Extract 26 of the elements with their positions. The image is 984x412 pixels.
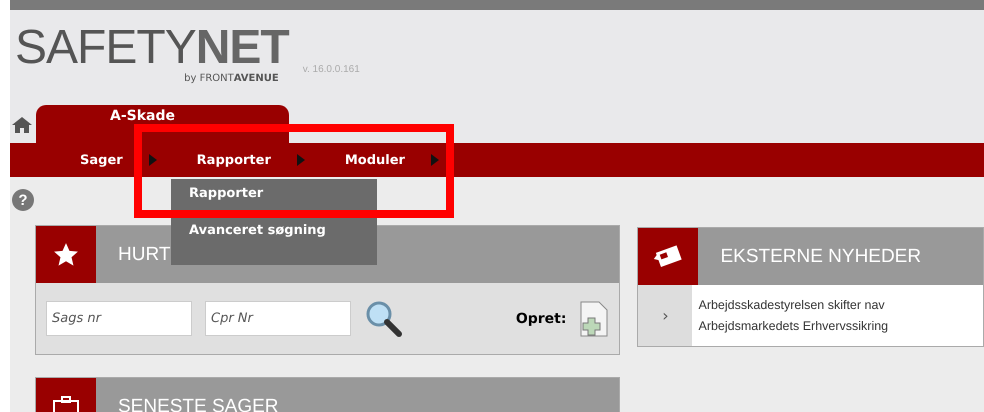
triangle-icon <box>430 154 439 166</box>
newspaper-icon <box>653 244 684 270</box>
help-button[interactable]: ? <box>12 189 34 211</box>
star-icon <box>53 242 79 268</box>
panel-title: SENESTE SAGER <box>117 394 278 412</box>
version-label: v. 16.0.0.161 <box>302 64 360 75</box>
search-icon[interactable] <box>364 300 404 338</box>
nav-menu-item[interactable]: Sager <box>80 152 157 168</box>
nav-menu-item[interactable]: Moduler <box>344 152 439 168</box>
news-link[interactable]: Arbejdsskadestyrelsen skifter nav <box>698 294 983 316</box>
dropdown-item[interactable]: Rapporter <box>189 186 377 201</box>
safetynet-logo: SAFETYNET <box>15 26 289 70</box>
dropdown-item[interactable]: Avanceret søgning <box>189 223 377 238</box>
news-link[interactable]: Arbejdsmarkedets Erhvervssikring <box>698 316 983 336</box>
byline: by FRONTAVENUE <box>184 73 279 84</box>
triangle-icon <box>148 154 157 166</box>
create-label: Opret: <box>516 310 566 326</box>
panel-title: HURT <box>117 242 170 266</box>
panel-title: EKSTERNE NYHEDER <box>719 244 922 268</box>
search-field[interactable]: Sags nr <box>46 301 192 336</box>
triangle-icon <box>296 154 305 166</box>
briefcase-icon <box>53 396 79 412</box>
new-document-icon[interactable] <box>579 300 610 336</box>
nav-menu-item[interactable]: Rapporter <box>196 152 305 168</box>
home-icon[interactable] <box>12 117 32 133</box>
search-field[interactable]: Cpr Nr <box>205 301 351 336</box>
